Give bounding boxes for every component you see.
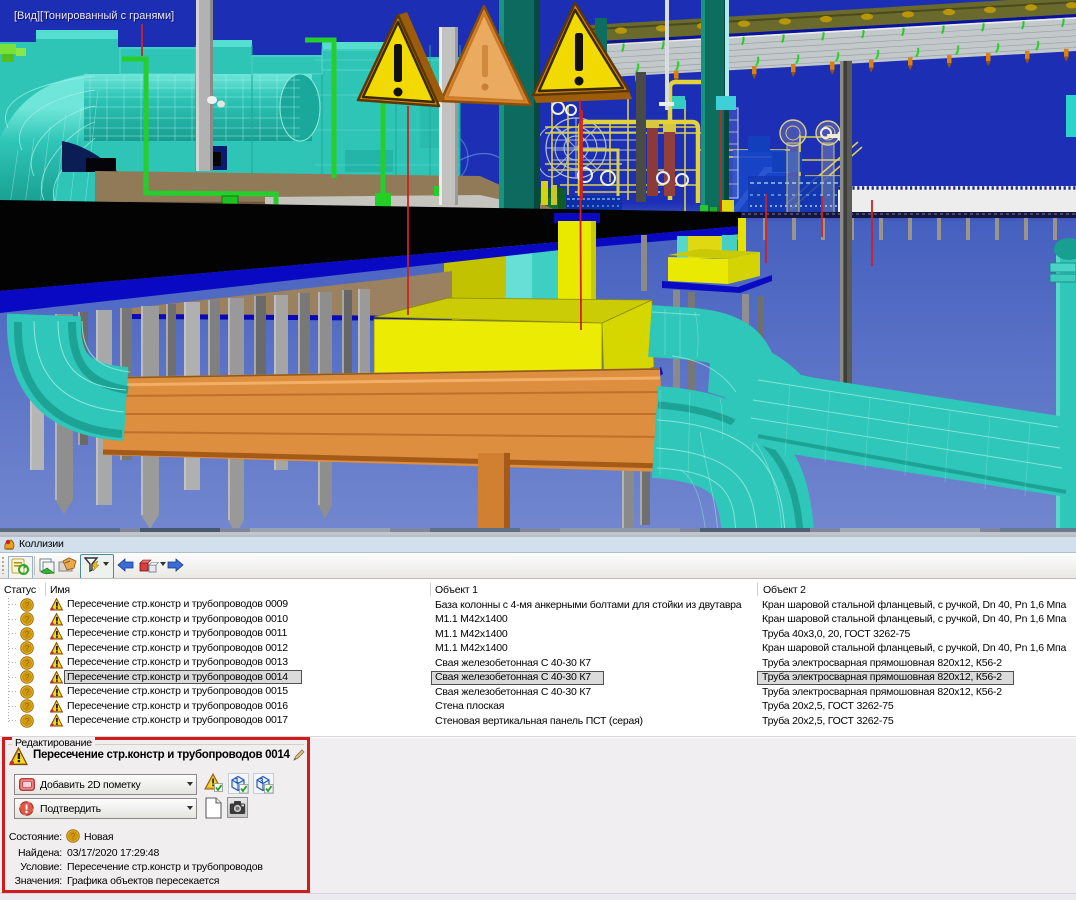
svg-text:?: ? bbox=[25, 717, 30, 726]
svg-text:?: ? bbox=[25, 673, 30, 682]
svg-text:?: ? bbox=[71, 832, 76, 841]
svg-text:3: 3 bbox=[260, 778, 264, 785]
svg-text:?: ? bbox=[25, 659, 30, 668]
svg-text:?: ? bbox=[25, 702, 30, 711]
svg-text:?: ? bbox=[25, 615, 30, 624]
svg-text:?: ? bbox=[25, 630, 30, 639]
svg-text:?: ? bbox=[25, 644, 30, 653]
svg-text:?: ? bbox=[25, 601, 30, 610]
svg-text:?: ? bbox=[25, 688, 30, 697]
svg-text:[Вид][Тонированный с гранями]: [Вид][Тонированный с гранями] bbox=[14, 10, 174, 22]
svg-text:1: 1 bbox=[235, 778, 239, 785]
